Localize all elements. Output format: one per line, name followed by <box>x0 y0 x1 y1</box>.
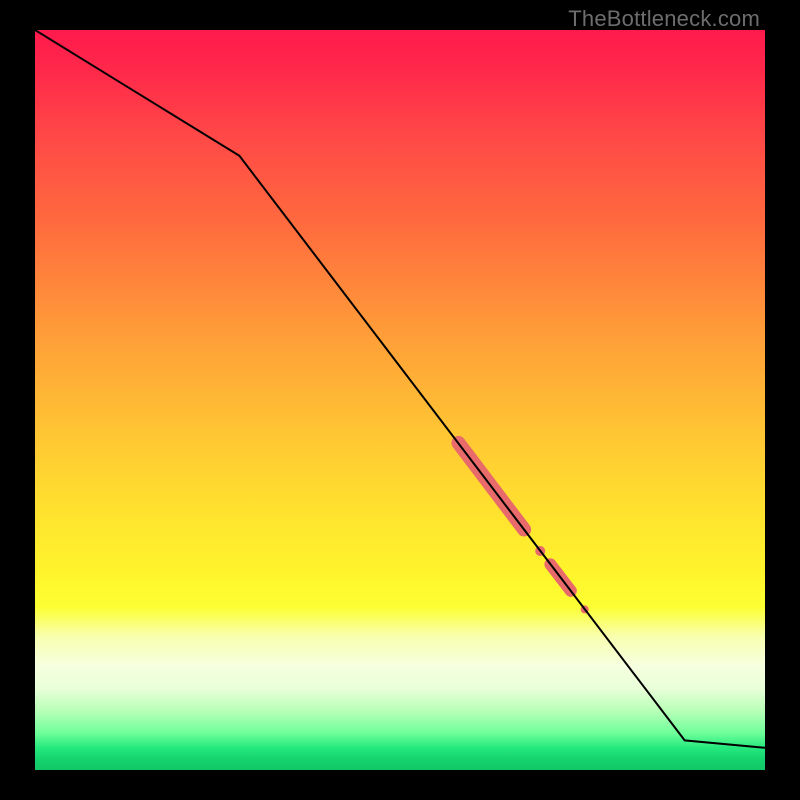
chart-stage: TheBottleneck.com <box>0 0 800 800</box>
curve-line <box>35 30 765 748</box>
plot-area <box>35 30 765 770</box>
chart-overlay-svg <box>35 30 765 770</box>
watermark-text: TheBottleneck.com <box>568 6 760 32</box>
